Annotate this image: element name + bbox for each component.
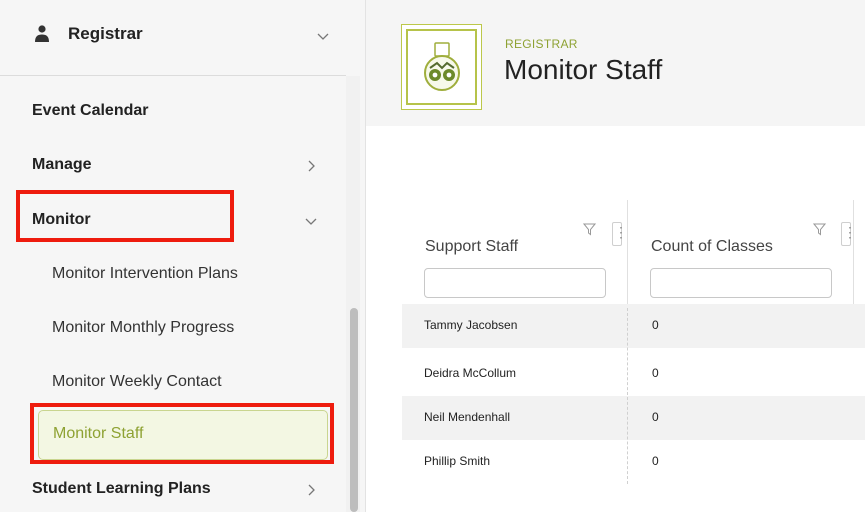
table-row[interactable]: Tammy Jacobsen 0 bbox=[402, 304, 865, 348]
highlight-box-monitor bbox=[16, 190, 234, 242]
cell-count-of-classes: 0 bbox=[652, 366, 659, 380]
role-label: Registrar bbox=[68, 24, 143, 43]
table-row[interactable]: Neil Mendenhall 0 bbox=[402, 396, 865, 440]
chevron-right-icon bbox=[304, 483, 318, 497]
chevron-down-icon bbox=[304, 214, 318, 228]
cell-support-staff: Phillip Smith bbox=[424, 454, 491, 468]
sidebar-subitem-monitor-weekly-contact[interactable]: Monitor Weekly Contact bbox=[0, 363, 346, 403]
filter-icon[interactable] bbox=[582, 223, 597, 236]
sidebar-item-event-calendar[interactable]: Event Calendar bbox=[0, 92, 346, 132]
person-icon bbox=[35, 25, 49, 42]
column-divider bbox=[627, 308, 628, 484]
page-title: Monitor Staff bbox=[504, 54, 663, 85]
sidebar-item-label: Monitor Monthly Progress bbox=[52, 319, 235, 336]
table-row[interactable]: Phillip Smith 0 bbox=[402, 440, 865, 484]
column-menu-icon[interactable] bbox=[841, 222, 857, 246]
sidebar-subitem-monitor-intervention-plans[interactable]: Monitor Intervention Plans bbox=[0, 255, 346, 295]
column-header-support-staff[interactable]: Support Staff bbox=[425, 238, 518, 256]
chevron-right-icon bbox=[304, 159, 318, 173]
sidebar-item-label: Event Calendar bbox=[32, 102, 149, 119]
sidebar-item-manage[interactable]: Manage bbox=[0, 146, 346, 186]
column-menu-icon[interactable] bbox=[612, 222, 628, 246]
cell-support-staff: Deidra McCollum bbox=[424, 366, 517, 380]
table-row[interactable]: Deidra McCollum 0 bbox=[402, 352, 865, 396]
highlight-box-monitor-staff bbox=[30, 403, 334, 464]
cell-count-of-classes: 0 bbox=[652, 410, 659, 424]
sidebar-subitem-monitor-monthly-progress[interactable]: Monitor Monthly Progress bbox=[0, 309, 346, 349]
support-staff-filter-input[interactable] bbox=[424, 268, 606, 298]
page-logo bbox=[401, 24, 482, 110]
column-header-count-of-classes[interactable]: Count of Classes bbox=[651, 238, 773, 256]
count-of-classes-filter-input[interactable] bbox=[650, 268, 832, 298]
cell-count-of-classes: 0 bbox=[652, 454, 659, 468]
sidebar-item-label: Student Learning Plans bbox=[32, 480, 211, 497]
cell-support-staff: Tammy Jacobsen bbox=[424, 318, 518, 332]
sidebar-item-label: Monitor Weekly Contact bbox=[52, 373, 222, 390]
filter-icon[interactable] bbox=[812, 223, 827, 236]
chevron-down-icon[interactable] bbox=[316, 29, 330, 43]
cell-support-staff: Neil Mendenhall bbox=[424, 410, 511, 424]
cell-count-of-classes: 0 bbox=[652, 318, 659, 332]
sidebar-scrollbar-thumb[interactable] bbox=[350, 308, 358, 512]
column-divider bbox=[853, 200, 854, 304]
binoculars-icon bbox=[423, 42, 460, 91]
sidebar-item-student-learning-plans[interactable]: Student Learning Plans bbox=[0, 470, 346, 510]
sidebar-item-label: Monitor Intervention Plans bbox=[52, 265, 238, 282]
role-selector[interactable]: Registrar bbox=[0, 0, 346, 76]
column-divider bbox=[627, 200, 628, 304]
breadcrumb[interactable]: REGISTRAR bbox=[505, 37, 578, 51]
sidebar-item-label: Manage bbox=[32, 156, 92, 173]
